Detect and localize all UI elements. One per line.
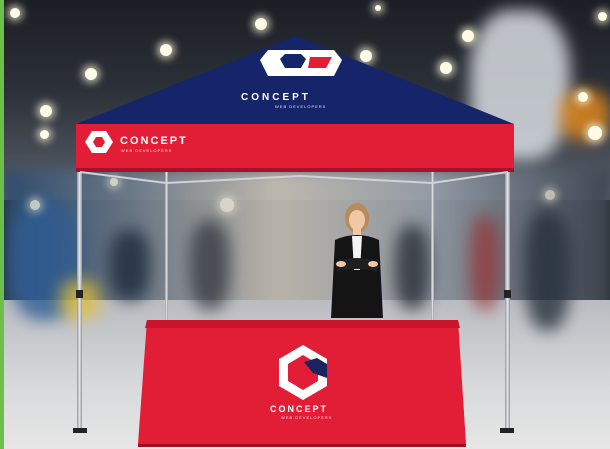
canopy-roof-brand: CONCEPT <box>241 92 311 103</box>
canopy-valance-edge <box>76 168 514 172</box>
canopy-frame <box>79 171 509 185</box>
trade-show-scene: CONCEPT WEB DEVELOPERS CONCEPT WEB DEVEL… <box>0 0 610 449</box>
canopy-roof <box>76 36 514 124</box>
tent-graphics <box>76 36 514 447</box>
table-brand-sub: WEB DEVELOPERS <box>281 415 333 420</box>
table-brand: CONCEPT <box>270 404 329 414</box>
table-bottom-edge <box>138 444 466 447</box>
canopy-valance-brand: CONCEPT <box>120 135 188 147</box>
canopy-valance-brand-sub: WEB DEVELOPERS <box>121 148 173 153</box>
image-left-edge <box>0 0 4 449</box>
table-top-edge <box>145 320 460 328</box>
hexagon-logo-icon <box>260 50 342 76</box>
businesswoman <box>331 203 383 318</box>
canopy-roof-brand-sub: WEB DEVELOPERS <box>275 104 327 109</box>
